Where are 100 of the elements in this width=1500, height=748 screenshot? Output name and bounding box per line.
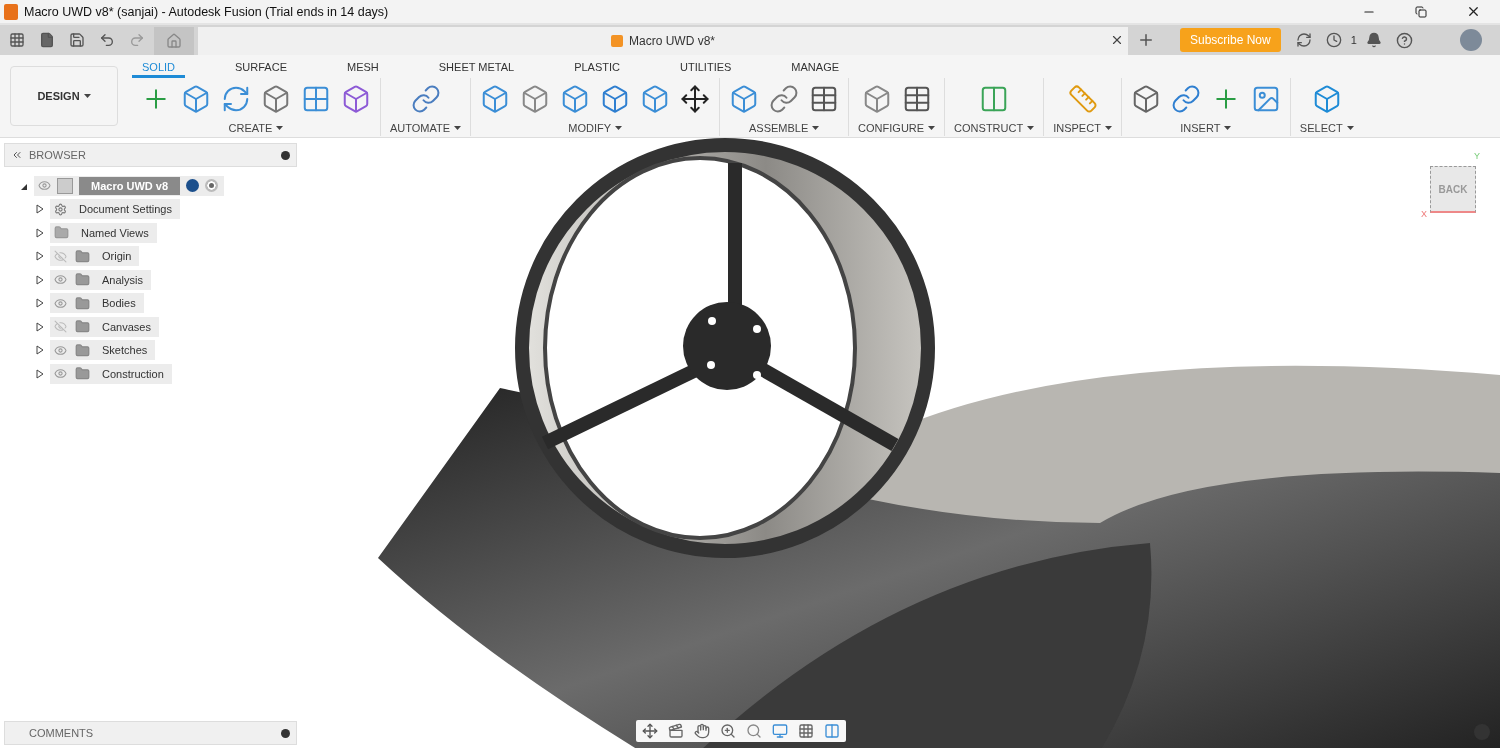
workspace-dropdown[interactable]: DESIGN [10, 66, 118, 126]
folder-icon [75, 342, 90, 358]
tree-item[interactable]: Canvases [50, 316, 159, 337]
tool-group-dropdown[interactable]: CONSTRUCT [954, 122, 1035, 134]
ruler-icon[interactable] [1067, 84, 1098, 114]
tree-item[interactable]: Named Views [50, 222, 157, 243]
tree-item[interactable]: Analysis [50, 269, 151, 290]
expand-icon[interactable] [36, 345, 44, 356]
monitor-icon[interactable] [772, 723, 788, 739]
link-icon[interactable] [410, 84, 441, 114]
tool-group-dropdown[interactable]: SELECT [1299, 122, 1354, 134]
folder-icon [54, 225, 69, 241]
caret-icon [1027, 126, 1035, 130]
cube-icon[interactable] [261, 84, 291, 114]
item-label: Sketches [101, 344, 148, 357]
eye-icon[interactable] [54, 367, 67, 381]
caret-icon [928, 126, 936, 130]
tool-group-dropdown[interactable]: INSERT [1180, 122, 1232, 134]
collapse-panel-icon[interactable] [11, 149, 23, 161]
tool-group-dropdown[interactable]: CONFIGURE [858, 122, 936, 134]
item-label: Construction [101, 367, 164, 380]
tool-group-dropdown[interactable]: INSPECT [1053, 122, 1112, 134]
split-view-icon[interactable] [824, 723, 840, 739]
ribbon-tab[interactable]: MESH [337, 59, 389, 78]
ribbon-tab[interactable]: UTILITIES [670, 59, 742, 78]
item-label: Named Views [80, 226, 149, 239]
caret-icon [1224, 126, 1232, 130]
document-title: Macro UWD v8* [629, 34, 715, 48]
folder-icon [75, 295, 90, 311]
eye-icon[interactable] [54, 273, 67, 287]
expand-icon[interactable] [36, 251, 44, 262]
shared-badge-icon [186, 179, 200, 193]
link-icon[interactable] [1170, 84, 1201, 114]
cube-icon [611, 35, 623, 47]
tree-item[interactable]: Bodies [50, 293, 144, 314]
zoom-in-icon[interactable] [720, 723, 736, 739]
caret-icon [1104, 126, 1112, 130]
tool-group-dropdown[interactable]: AUTOMATE [390, 122, 462, 134]
close-icon[interactable] [1110, 33, 1124, 47]
tool-group-dropdown[interactable]: ASSEMBLE [748, 122, 820, 134]
restore-icon[interactable] [1415, 5, 1427, 18]
gear-icon [54, 202, 67, 216]
app-logo-icon [4, 3, 18, 20]
panel-title: COMMENTS [28, 727, 95, 739]
ribbon-tab[interactable]: SURFACE [225, 59, 297, 78]
hand-icon[interactable] [694, 723, 710, 739]
move-icon[interactable] [680, 84, 711, 114]
folder-icon [75, 319, 90, 335]
caret-icon [1346, 126, 1354, 130]
expand-icon[interactable] [36, 204, 44, 215]
root-label: Macro UWD v8 [79, 176, 181, 195]
caret-icon [615, 126, 622, 130]
tree-item[interactable]: Document Settings [50, 199, 180, 220]
ribbon-tab[interactable]: MANAGE [781, 59, 850, 78]
folder-icon [75, 248, 90, 264]
document-tab[interactable]: Macro UWD v8* [198, 27, 1128, 55]
item-label: Bodies [101, 297, 136, 310]
cube-icon[interactable] [181, 84, 211, 114]
expand-icon[interactable] [36, 321, 44, 332]
panel-title: BROWSER [29, 149, 87, 161]
tree-item[interactable]: Origin [50, 246, 140, 267]
item-label: Origin [101, 250, 132, 263]
minimize-panel-icon[interactable] [281, 150, 290, 160]
folder-icon [75, 366, 90, 382]
clapperboard-icon[interactable] [668, 723, 684, 739]
rotate-icon[interactable] [221, 84, 251, 114]
point-grid-icon[interactable] [301, 84, 331, 114]
caret-icon [812, 126, 820, 130]
expand-icon[interactable] [36, 298, 44, 309]
link-icon[interactable] [769, 84, 800, 114]
avatar[interactable] [1460, 29, 1482, 51]
window-title: Macro UWD v8* (sanjai) - Autodesk Fusion (Trial ends in 14 days) [24, 4, 390, 19]
expand-icon[interactable] [36, 368, 44, 379]
tool-group-dropdown[interactable]: MODIFY [568, 122, 622, 134]
expand-icon[interactable] [36, 274, 44, 285]
folder-icon [75, 272, 90, 288]
eye-icon[interactable] [38, 179, 51, 193]
radio-icon[interactable] [205, 179, 219, 193]
tool-group-dropdown[interactable]: CREATE [228, 122, 284, 134]
tree-item[interactable]: Construction [50, 363, 172, 384]
expand-panel-icon[interactable] [281, 728, 290, 738]
cube-icon[interactable] [341, 84, 371, 114]
tree-item[interactable]: Sketches [50, 340, 156, 361]
eye-icon[interactable] [54, 343, 67, 357]
grid-icon[interactable] [798, 723, 814, 739]
axis-label: X [1421, 209, 1427, 219]
document-icon [57, 177, 73, 194]
ribbon-tab[interactable]: SHEET METAL [428, 59, 525, 78]
eye-icon[interactable] [54, 296, 67, 310]
item-label: Analysis [101, 273, 143, 286]
caret-icon [83, 94, 91, 98]
cube-face-label: BACK [1438, 183, 1468, 195]
axis-label: Y [1474, 151, 1480, 161]
caret-icon [454, 126, 462, 130]
expand-icon[interactable] [36, 227, 44, 238]
ribbon-tab[interactable]: PLASTIC [564, 59, 630, 78]
caret-icon [276, 126, 284, 130]
search-icon[interactable] [746, 723, 762, 739]
item-label: Document Settings [78, 203, 172, 216]
job-count: 1 [1350, 34, 1357, 46]
